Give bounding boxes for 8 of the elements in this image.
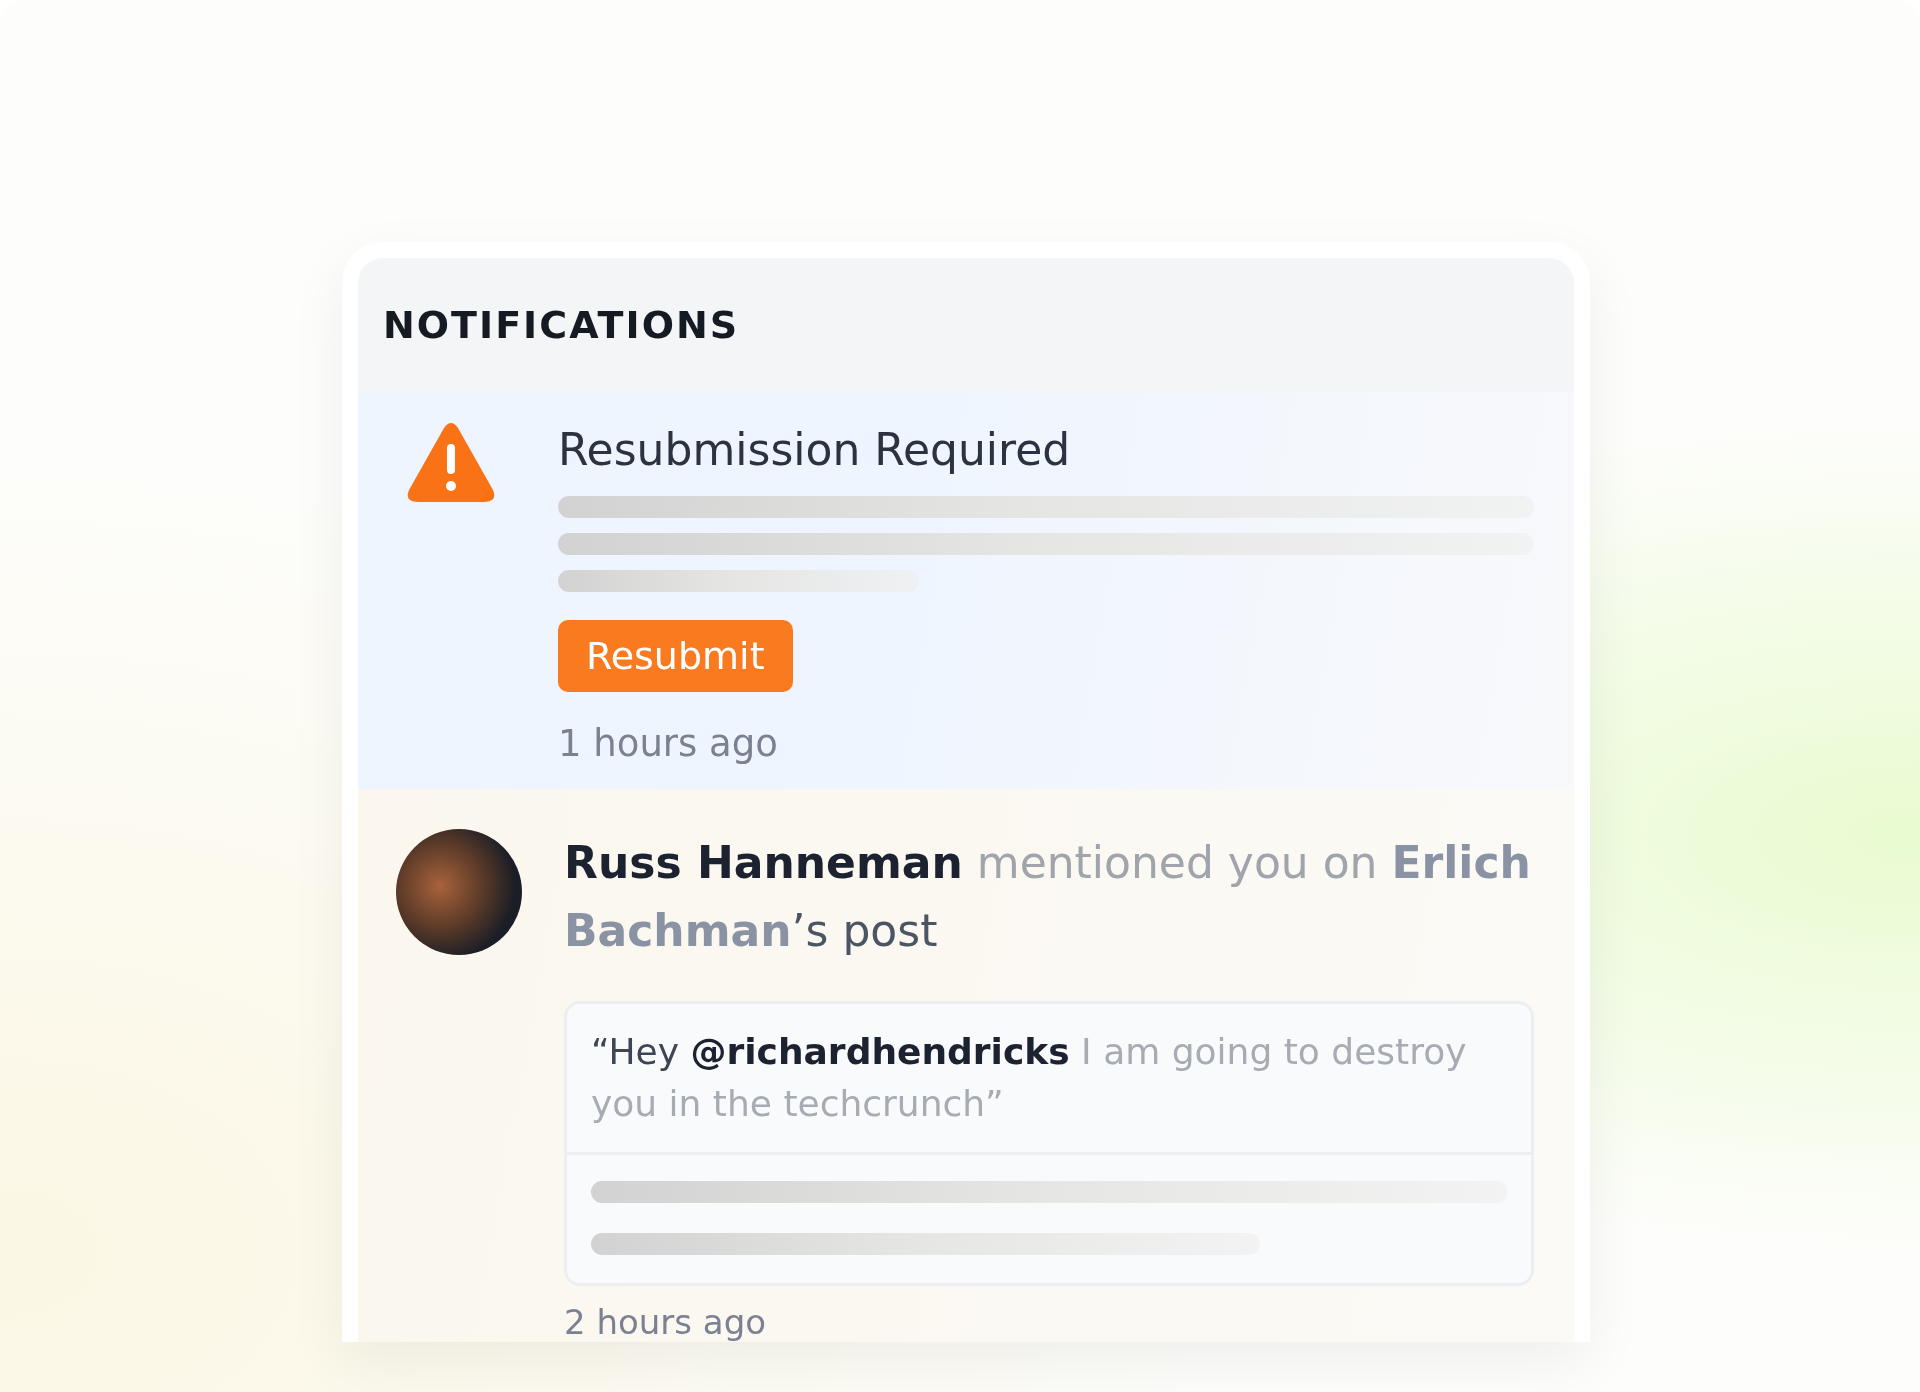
notification-title: Resubmission Required <box>558 423 1072 477</box>
warning-icon <box>406 422 496 504</box>
timestamp: 2 hours ago <box>564 1302 768 1342</box>
resubmit-button[interactable]: Resubmit <box>558 620 793 692</box>
panel-title: NOTIFICATIONS <box>383 303 740 347</box>
timestamp: 1 hours ago <box>558 722 779 765</box>
notification-message: Russ Hanneman mentioned you on Erlich Bachman’s post <box>564 836 1532 958</box>
quote-text: “Hey @richardhendricks I am going to destroy you in the techcrunch” <box>567 1004 1531 1155</box>
